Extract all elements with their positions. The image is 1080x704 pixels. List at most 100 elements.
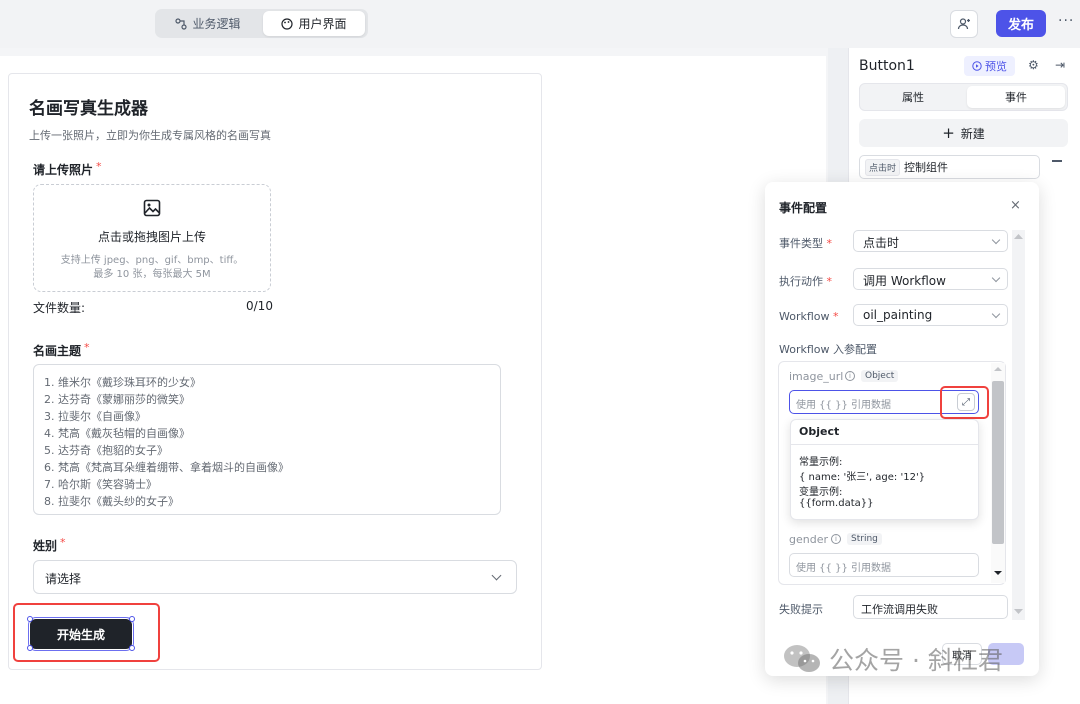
new-event-button[interactable]: + 新建 (859, 119, 1068, 147)
action-select[interactable]: 调用 Workflow (853, 268, 1008, 290)
upload-label-text: 请上传照片 (33, 163, 94, 177)
tooltip-line: {{form.data}} (799, 498, 874, 509)
action-label-text: 执行动作 (779, 275, 823, 288)
scroll-down-icon[interactable] (1014, 609, 1023, 615)
list-item: 6. 梵高《梵高耳朵缠着绷带、拿着烟斗的自画像》 (44, 461, 289, 474)
tooltip-line: 常量示例: (799, 457, 843, 468)
close-icon[interactable]: × (1010, 198, 1021, 213)
list-item: 2. 达芬奇《蒙娜丽莎的微笑》 (44, 393, 190, 406)
dialog-title: 事件配置 (779, 201, 828, 215)
params-section-label: Workflow 入参配置 (779, 343, 878, 356)
preview-label: 预览 (985, 60, 1007, 73)
fail-message-input[interactable]: 工作流调用失败 (853, 595, 1008, 619)
scroll-up-icon[interactable] (994, 366, 1002, 371)
collapse-panel-icon[interactable]: ⇥ (1055, 58, 1065, 72)
expand-icon[interactable]: ⤢ (957, 393, 975, 411)
fail-message-label: 失败提示 (779, 603, 823, 616)
list-item: 4. 梵高《戴灰毡帽的自画像》 (44, 427, 190, 440)
resize-handle[interactable] (27, 645, 33, 651)
list-item: 8. 拉斐尔《戴头纱的女子》 (44, 495, 179, 508)
gender-label-text: 姓别 (33, 539, 58, 553)
tooltip-title: Object (799, 425, 840, 438)
tooltip-line: 变量示例: (799, 487, 843, 498)
list-item: 1. 维米尔《戴珍珠耳环的少女》 (44, 376, 201, 389)
event-trigger-tag: 点击时 (865, 158, 901, 176)
resize-handle[interactable] (27, 616, 33, 622)
theme-label: 名画主题 * (33, 341, 90, 359)
workflow-value: oil_painting (863, 308, 933, 322)
type-tooltip: Object 常量示例: { name: '张三', age: '12'} 变量… (790, 419, 979, 520)
publish-button[interactable]: 发布 (996, 10, 1046, 37)
dialog-scrollbar[interactable] (1012, 230, 1025, 620)
action-value: 调用 Workflow (863, 274, 946, 288)
param-gender-type: String (847, 533, 882, 545)
remove-event-icon[interactable] (1052, 160, 1062, 162)
required-mark: * (84, 341, 90, 354)
tab-user-interface-label: 用户界面 (298, 17, 347, 31)
param-image-url-type: Object (861, 370, 899, 382)
settings-icon[interactable]: ⚙ (1028, 58, 1039, 72)
resize-handle[interactable] (129, 645, 135, 651)
image-url-placeholder: 使用 {{ }} 引用数据 (796, 400, 891, 411)
gender-param-placeholder: 使用 {{ }} 引用数据 (796, 563, 891, 574)
required-mark: * (826, 237, 833, 250)
file-count-label: 文件数量: (33, 301, 86, 315)
theme-textarea[interactable]: 1. 维米尔《戴珍珠耳环的少女》 2. 达芬奇《蒙娜丽莎的微笑》 3. 拉斐尔《… (33, 364, 501, 515)
params-scrollbar-thumb[interactable] (992, 381, 1004, 544)
theme-label-text: 名画主题 (33, 344, 82, 358)
info-icon[interactable]: i (831, 534, 841, 544)
gender-label: 姓别 * (33, 536, 66, 554)
event-type-select[interactable]: 点击时 (853, 230, 1008, 252)
param-image-url-name: image_url (789, 370, 844, 383)
watermark-text: 公众号 · 斜杠君 (829, 646, 1003, 675)
panel-tabs: 属性 事件 (859, 83, 1068, 111)
file-count-value: 0/10 (246, 299, 273, 313)
plus-icon: + (942, 124, 955, 142)
chevron-down-icon (991, 309, 1001, 319)
scroll-down-icon[interactable] (994, 571, 1002, 576)
scroll-up-icon[interactable] (1014, 233, 1023, 239)
workflow-label: Workflow * (779, 310, 839, 323)
chevron-down-icon (491, 570, 502, 581)
upload-hint-formats: 支持上传 jpeg、png、gif、bmp、tiff。 (60, 255, 244, 266)
event-type-value: 点击时 (863, 236, 900, 250)
preview-button[interactable]: 预览 (964, 56, 1015, 76)
workflow-label-text: Workflow (779, 310, 830, 323)
palette-icon (281, 17, 294, 30)
required-mark: * (833, 310, 839, 323)
action-label: 执行动作 * (779, 273, 832, 289)
resize-handle[interactable] (129, 616, 135, 622)
upload-main-text: 点击或拖拽图片上传 (97, 230, 206, 244)
wechat-icon (784, 645, 820, 672)
start-generate-button[interactable]: 开始生成 (28, 617, 134, 651)
component-name: Button1 (859, 58, 915, 74)
tooltip-line: { name: '张三', age: '12'} (799, 472, 926, 483)
gender-param-input[interactable]: 使用 {{ }} 引用数据 (789, 553, 979, 577)
image-upload-area[interactable]: 点击或拖拽图片上传 支持上传 jpeg、png、gif、bmp、tiff。 最多… (33, 184, 271, 292)
list-item: 7. 哈尔斯《笑容骑士》 (44, 478, 157, 491)
page-subtitle: 上传一张照片，立即为你生成专属风格的名画写真 (29, 129, 271, 142)
mode-switch: 业务逻辑 用户界面 (155, 9, 368, 38)
event-item[interactable]: 点击时 控制组件 (859, 155, 1040, 179)
chevron-down-icon (991, 273, 1001, 283)
tooltip-divider (791, 444, 978, 445)
add-user-icon (957, 18, 970, 30)
tab-business-logic[interactable]: 业务逻辑 (158, 11, 258, 36)
required-mark: * (60, 536, 66, 549)
collaborator-button[interactable] (950, 10, 978, 38)
tab-user-interface[interactable]: 用户界面 (263, 11, 365, 36)
more-icon[interactable]: ··· (1058, 13, 1074, 29)
workflow-select[interactable]: oil_painting (853, 304, 1008, 326)
logic-flow-icon (175, 17, 188, 30)
gender-select[interactable]: 请选择 (33, 560, 517, 594)
gender-select-value: 请选择 (45, 572, 82, 586)
tab-properties[interactable]: 属性 (864, 86, 962, 108)
tab-business-logic-label: 业务逻辑 (192, 17, 241, 31)
upload-label: 请上传照片 * (33, 160, 102, 178)
play-circle-icon (972, 61, 982, 71)
info-icon[interactable]: i (845, 371, 855, 381)
upload-hint-limit: 最多 10 张，每张最大 5M (93, 269, 211, 280)
tab-events[interactable]: 事件 (967, 86, 1065, 108)
event-action-text: 控制组件 (904, 161, 949, 174)
event-type-label: 事件类型 * (779, 235, 832, 251)
